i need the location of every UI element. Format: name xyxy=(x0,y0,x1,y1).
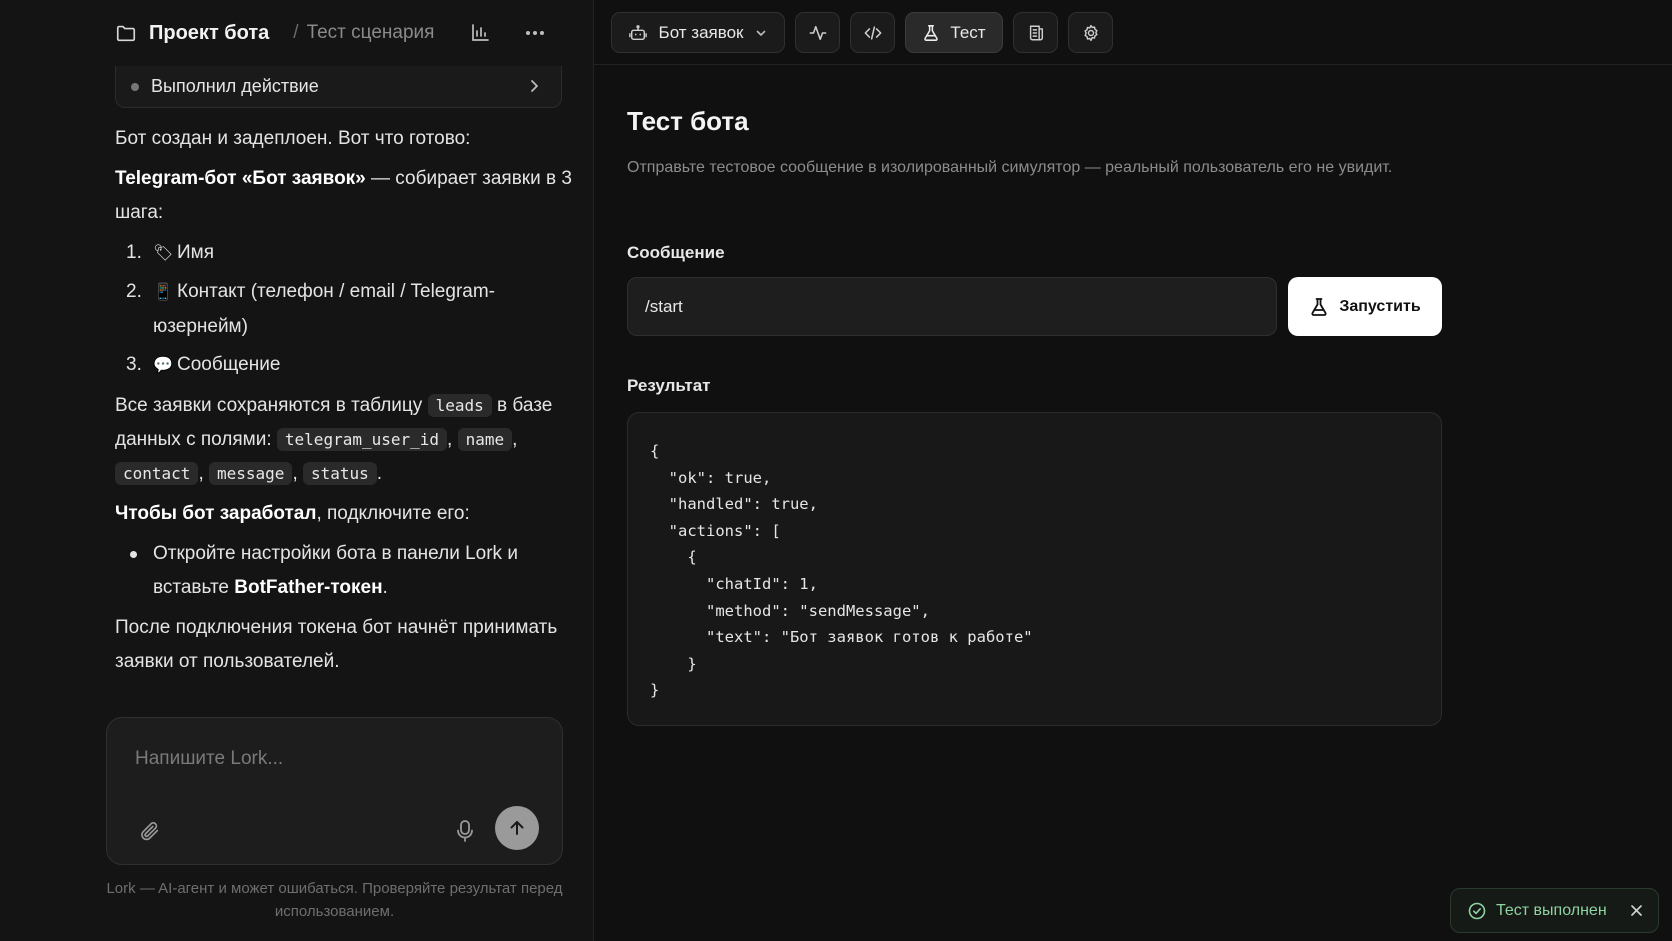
page-description: Отправьте тестовое сообщение в изолирова… xyxy=(627,159,1393,176)
folder-icon xyxy=(116,25,136,42)
phone-emoji-icon: 📱 xyxy=(153,284,173,301)
toast-label: Тест выполнен xyxy=(1496,901,1607,919)
table-name-code: leads xyxy=(427,394,492,417)
status-dot xyxy=(131,82,139,91)
flask-icon xyxy=(924,24,939,41)
page-title: Тест бота xyxy=(627,106,749,136)
list-number: 1. xyxy=(126,242,142,263)
field-code: telegram_user_id xyxy=(276,428,448,451)
code-icon xyxy=(864,25,881,40)
message-label: Сообщение xyxy=(627,243,725,262)
check-circle-icon xyxy=(1468,902,1486,919)
arrow-up-icon xyxy=(510,821,524,835)
message-connect: Чтобы бот заработал, подключите его: xyxy=(115,497,575,531)
bot-selector[interactable]: Бот заявок xyxy=(611,12,785,53)
result-json: { "ok": true, "handled": true, "actions"… xyxy=(650,442,1033,700)
message-storage: Все заявки сохраняются в таблицу leads в… xyxy=(115,394,553,485)
app: Проект бота / Тест сценария Выполнил дей… xyxy=(0,0,1672,941)
disclaimer: Lork — AI-агент и может ошибаться. Прове… xyxy=(106,880,563,920)
gear-icon xyxy=(1083,24,1098,41)
send-button[interactable] xyxy=(495,806,539,850)
toolbar: Бот заявок Тест xyxy=(594,0,1672,65)
bot-name: Telegram-бот «Бот заявок» xyxy=(115,168,366,189)
step-text: Контакт (телефон / email / Telegram-юзер… xyxy=(153,281,495,337)
speech-emoji-icon: 💬 xyxy=(153,357,173,374)
flask-icon xyxy=(1311,297,1327,316)
list-number: 3. xyxy=(126,354,142,375)
storage-text: Все заявки сохраняются в таблицу xyxy=(115,395,428,416)
toast-notification: Тест выполнен xyxy=(1450,888,1659,933)
test-message-input[interactable] xyxy=(627,277,1277,336)
tab-settings[interactable] xyxy=(1068,12,1113,53)
steps-list: 1. 🏷 Имя 2. 📱 Контакт (телефон / email / Tel… xyxy=(115,236,575,383)
result-panel: { "ok": true, "handled": true, "actions"… xyxy=(627,412,1442,726)
paperclip-icon[interactable] xyxy=(139,820,161,842)
chat-composer xyxy=(106,717,563,865)
logs-icon xyxy=(1029,25,1043,40)
activity-icon xyxy=(809,25,826,40)
run-button[interactable]: Запустить xyxy=(1288,277,1442,336)
tab-code[interactable] xyxy=(850,12,895,53)
tab-test-label: Тест xyxy=(950,22,986,42)
assistant-message: Бот создан и задеплоен. Вот что готово: … xyxy=(115,122,575,685)
breadcrumb-separator: / xyxy=(293,22,299,43)
test-pane: Бот заявок Тест Тест бота Отправьте тест… xyxy=(594,0,1672,941)
tool-action-row[interactable]: Выполнил действие xyxy=(115,66,562,108)
bot-selector-label: Бот заявок xyxy=(658,22,744,42)
tool-action-label: Выполнил действие xyxy=(151,76,319,96)
step-text: Имя xyxy=(177,242,215,263)
list-item: 2. 📱 Контакт (телефон / email / Telegram-ю… xyxy=(115,275,575,344)
bar-chart-icon[interactable] xyxy=(470,23,490,43)
chat-input[interactable] xyxy=(135,744,535,774)
microphone-icon[interactable] xyxy=(454,819,476,843)
chat-pane: Проект бота / Тест сценария Выполнил дей… xyxy=(0,0,594,941)
tab-test[interactable]: Тест xyxy=(905,12,1003,53)
project-header: Проект бота / Тест сценария xyxy=(0,0,593,66)
field-code: name xyxy=(457,428,513,451)
field-code: contact xyxy=(115,462,199,485)
run-button-label: Запустить xyxy=(1339,297,1421,315)
chevron-down-icon xyxy=(757,30,766,36)
chevron-right-icon[interactable] xyxy=(527,78,541,94)
connect-text: , подключите его: xyxy=(316,503,470,524)
bullet-bold: BotFather-токен xyxy=(234,577,383,598)
step-text: Сообщение xyxy=(177,354,281,375)
message-intro: Бот создан и задеплоен. Вот что готово: xyxy=(115,128,471,149)
message-outro: После подключения токена бот начнёт прин… xyxy=(115,617,558,672)
project-title[interactable]: Проект бота xyxy=(149,22,269,45)
result-label: Результат xyxy=(627,376,711,395)
bot-icon xyxy=(628,24,647,40)
list-number: 2. xyxy=(126,281,142,302)
list-item: 3. 💬 Сообщение xyxy=(115,348,575,383)
bullet xyxy=(130,551,137,558)
breadcrumb-current[interactable]: Тест сценария xyxy=(307,22,435,44)
instructions-list: Откройте настройки бота в панели Lork и … xyxy=(115,537,575,605)
connect-bold: Чтобы бот заработал xyxy=(115,503,317,524)
bullet-text: . xyxy=(382,577,388,598)
field-code: status xyxy=(303,462,377,485)
tab-activity[interactable] xyxy=(795,12,840,53)
more-icon[interactable] xyxy=(524,22,546,44)
tag-emoji-icon: 🏷 xyxy=(153,245,174,262)
list-item: 1. 🏷 Имя xyxy=(115,236,575,271)
close-icon[interactable] xyxy=(1629,903,1644,918)
tab-logs[interactable] xyxy=(1013,12,1058,53)
field-code: message xyxy=(209,462,293,485)
list-item: Откройте настройки бота в панели Lork и … xyxy=(115,537,575,605)
message-bot-summary: Telegram-бот «Бот заявок» — собирает зая… xyxy=(115,162,575,230)
